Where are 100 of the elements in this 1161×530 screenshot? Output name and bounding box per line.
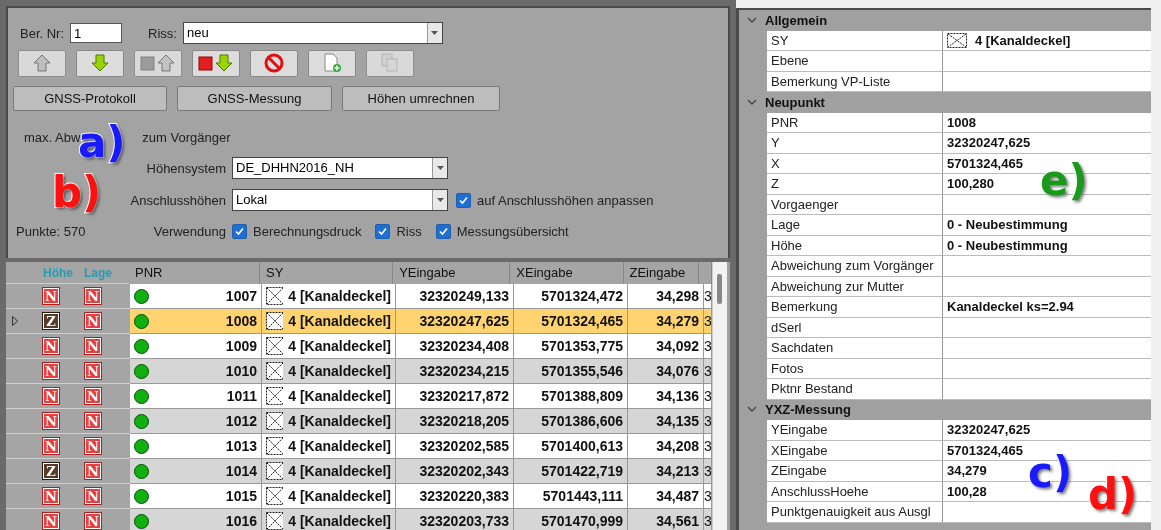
cross-symbol-icon (266, 437, 284, 455)
table-cell: 32320247,625 (396, 309, 514, 334)
column-header[interactable]: SY (260, 262, 394, 284)
table-cell: 32320203,733 (396, 509, 514, 530)
dropdown-field[interactable]: DE_DHHN2016_NH (232, 157, 448, 179)
table-row[interactable]: N N 1010 4 [Kanaldeckel] 32320234,215 5701355,546 34,076 3 (6, 359, 712, 384)
toolbar-button[interactable] (308, 49, 356, 77)
max-deviation-label: zum Vorgänger (142, 129, 231, 145)
checkbox[interactable] (456, 192, 471, 208)
field-label: Anschlusshöhen (129, 192, 226, 208)
height-status-icon: N (42, 362, 60, 380)
table-cell: 4 [Kanaldeckel] (288, 388, 391, 404)
table-cell: 34,208 (628, 434, 704, 459)
table-cell: 5701422,719 (514, 459, 628, 484)
table-row[interactable]: N N 1013 4 [Kanaldeckel] 32320202,585 5701400,613 34,208 3 (6, 434, 712, 459)
checkbox[interactable] (375, 223, 391, 239)
cross-symbol-icon (266, 387, 284, 405)
table-cell: 1014 (225, 463, 257, 479)
cross-symbol-icon (266, 337, 284, 355)
position-status-icon: N (84, 362, 102, 380)
table-cell: 4 [Kanaldeckel] (288, 463, 391, 479)
table-cell: 4 [Kanaldeckel] (288, 438, 391, 454)
check-mark-icon (378, 226, 388, 236)
property-name: X (767, 153, 943, 174)
position-status-icon: N (84, 387, 102, 405)
column-header[interactable]: YEingabe (393, 262, 511, 284)
column-header: Höhe (42, 265, 74, 280)
property-name: Abweichung zum Vorgänger (767, 256, 943, 277)
property-name: Höhe (767, 235, 943, 256)
table-cell: 5701355,546 (514, 359, 628, 384)
table-row[interactable]: N N 1012 4 [Kanaldeckel] 32320218,205 5701386,606 34,135 3 (6, 409, 712, 434)
property-value: 32320247,625 (943, 133, 1151, 154)
height-status-icon: N (42, 337, 60, 355)
table-cell: 1009 (225, 338, 257, 354)
check-mark-icon (235, 226, 244, 236)
toolbar-button[interactable] (192, 49, 240, 77)
field-label: Verwendung (152, 223, 226, 239)
table-cell: 5701388,809 (514, 384, 628, 409)
table-cell: 4 [Kanaldeckel] (288, 488, 391, 504)
table-row[interactable]: N N 1009 4 [Kanaldeckel] 32320234,408 5701353,775 34,092 3 (6, 334, 712, 359)
field-label: Riss: (148, 25, 177, 41)
checkbox[interactable] (232, 223, 247, 239)
table-row[interactable]: N N 1016 4 [Kanaldeckel] 32320203,733 5701470,999 34,561 3 (6, 509, 712, 530)
table-cell: 32320220,383 (396, 484, 514, 509)
max-deviation-label: max. Abw (24, 129, 81, 145)
cross-symbol-icon (266, 512, 284, 530)
table-row[interactable]: N N 1007 4 [Kanaldeckel] 32320249,133 5701324,472 34,298 3 (6, 284, 712, 309)
position-status-icon: N (84, 437, 102, 455)
cross-symbol-icon (266, 362, 284, 380)
copy-icon (380, 53, 400, 73)
checkbox-label: Berechnungsdruck (253, 223, 362, 239)
checkbox-label: auf Anschlusshöhen anpassen (477, 192, 654, 208)
toolbar-button[interactable] (250, 49, 298, 77)
action-button[interactable]: Höhen umrechnen (342, 85, 500, 111)
collapse-chevron-icon[interactable] (747, 16, 757, 24)
collapse-chevron-icon[interactable] (747, 406, 757, 414)
table-row[interactable]: N N 1015 4 [Kanaldeckel] 32320220,383 5701443,111 34,487 3 (6, 484, 712, 509)
dropdown-field[interactable]: Lokal (232, 189, 448, 211)
action-button[interactable]: GNSS-Messung (177, 85, 332, 111)
scrollbar[interactable] (712, 262, 727, 530)
table-cell: 5701470,999 (514, 509, 628, 530)
column-header[interactable]: PNR (129, 262, 261, 284)
table-row[interactable]: Z N 1008 4 [Kanaldeckel] 32320247,625 5701324,465 34,279 3 (6, 309, 712, 334)
table-cell: 4 [Kanaldeckel] (288, 288, 391, 304)
down-arrow-icon (91, 54, 109, 72)
table-row[interactable]: N N 1011 4 [Kanaldeckel] 32320217,872 5701388,809 34,136 3 (6, 384, 712, 409)
square-up-arrow-icon (140, 54, 176, 72)
dropdown-caret-icon (436, 166, 444, 170)
table-cell: 34,135 (628, 409, 704, 434)
toolbar-button[interactable] (76, 49, 124, 77)
field-label: Ber. Nr: (20, 25, 65, 41)
position-status-icon: N (84, 462, 102, 480)
table-cell: 4 [Kanaldeckel] (288, 338, 391, 354)
column-header[interactable]: ZEingabe (623, 262, 699, 284)
number-input[interactable]: 1 (70, 23, 123, 43)
property-name: YEingabe (767, 420, 943, 441)
height-status-icon: N (42, 412, 60, 430)
column-header[interactable]: XEingabe (510, 262, 624, 284)
new-document-icon (322, 53, 342, 73)
height-status-icon: N (42, 512, 60, 530)
height-status-icon: N (42, 487, 60, 505)
square-down-arrow-icon (198, 54, 234, 72)
header-cell (699, 262, 712, 284)
height-status-icon: N (42, 387, 60, 405)
action-button[interactable]: GNSS-Protokoll (13, 85, 167, 111)
table-cell: 5701353,775 (514, 334, 628, 359)
collapse-chevron-icon[interactable] (747, 98, 757, 106)
category-header: Allgemein (765, 12, 828, 28)
property-value: 0 - Neubestimmung (943, 215, 1151, 236)
cross-symbol-icon (266, 312, 284, 330)
property-name: AnschlussHoehe (767, 481, 943, 502)
table-row[interactable]: Z N 1014 4 [Kanaldeckel] 32320202,343 5701422,719 34,213 3 (6, 459, 712, 484)
table-cell: 32320202,585 (396, 434, 514, 459)
table-cell: 5701324,465 (514, 309, 628, 334)
property-value: 32320247,625 (943, 420, 1151, 441)
table-cell: 34,487 (628, 484, 704, 509)
checkbox[interactable] (435, 223, 451, 239)
property-name: Bemerkung (767, 297, 943, 318)
dropdown-field[interactable]: neu (182, 22, 443, 44)
property-name: Vorgaenger (767, 194, 943, 215)
